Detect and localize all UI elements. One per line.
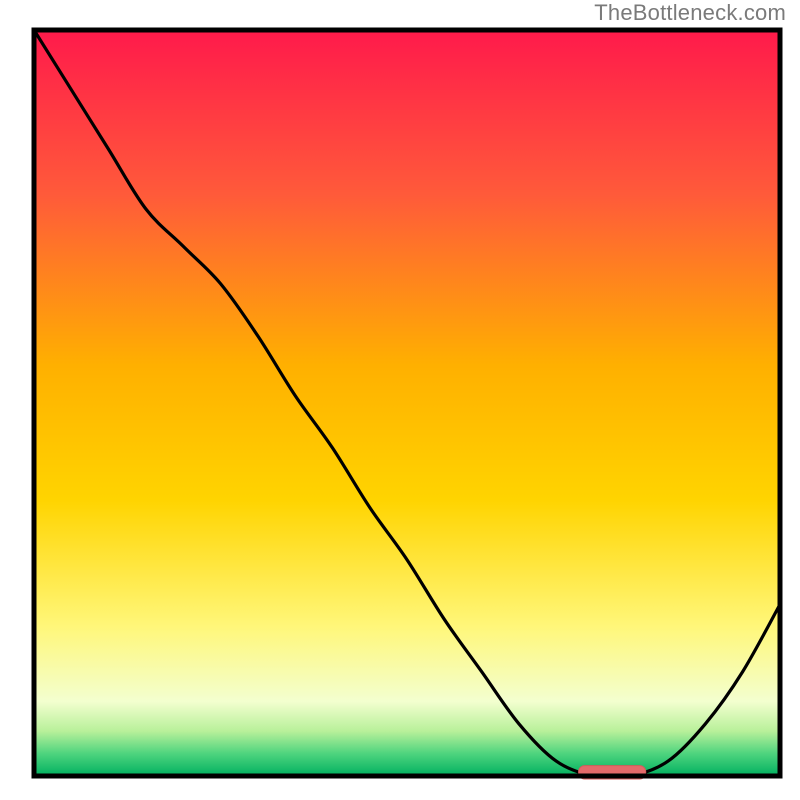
bottleneck-chart	[0, 0, 800, 800]
gradient-background	[34, 30, 780, 776]
chart-stage: TheBottleneck.com	[0, 0, 800, 800]
